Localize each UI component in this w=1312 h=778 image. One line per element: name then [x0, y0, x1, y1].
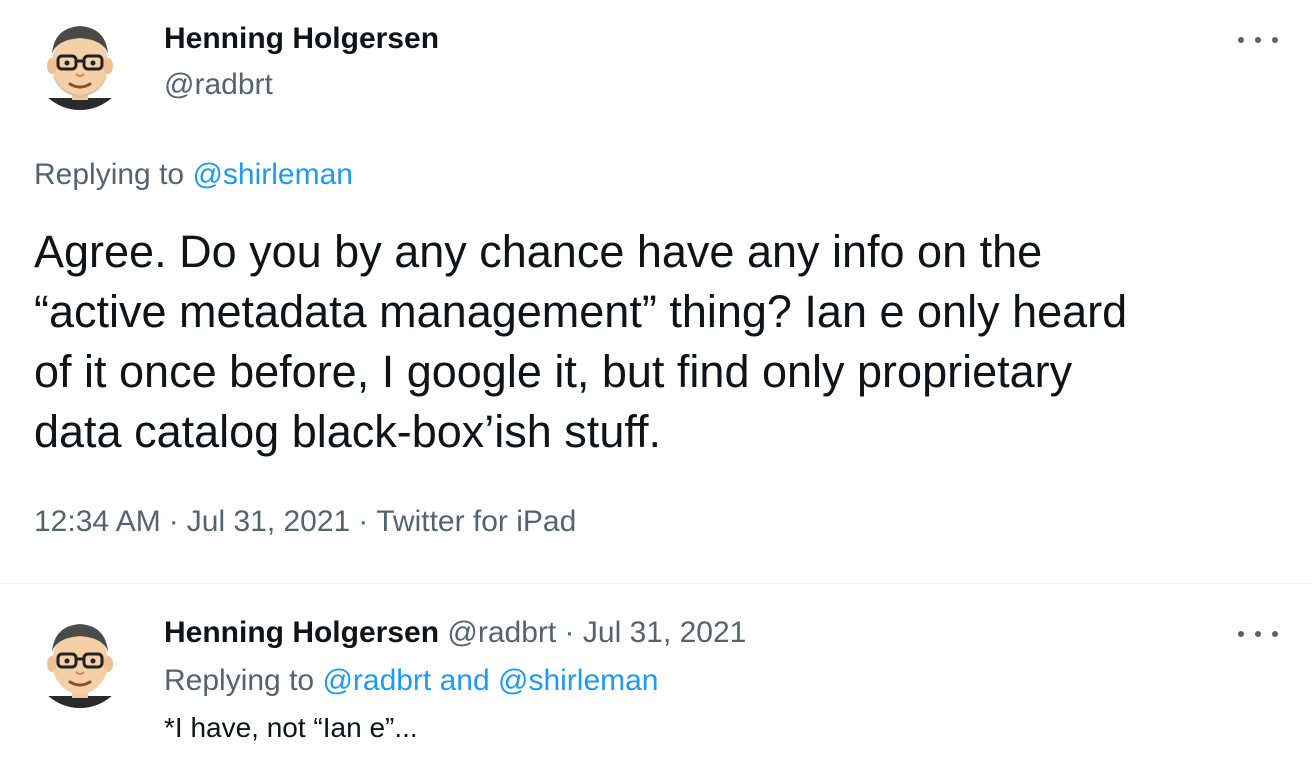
reply-more-options-icon[interactable]	[1238, 622, 1278, 646]
tweet-source[interactable]: Twitter for iPad	[376, 505, 576, 538]
tweet-text-line: of it once before, I google it, but find…	[34, 346, 1073, 397]
more-options-icon[interactable]	[1238, 28, 1278, 52]
avatar-icon	[32, 14, 128, 110]
avatar-icon	[32, 612, 128, 708]
reply-author-handle[interactable]: @radbrt	[447, 616, 556, 649]
reply-header: Henning Holgersen @radbrt · Jul 31, 2021	[164, 616, 746, 650]
meta-separator: ·	[168, 505, 179, 538]
replying-to-mention[interactable]: @shirleman	[192, 158, 353, 191]
replying-to: Replying to @shirleman	[34, 158, 353, 192]
avatar[interactable]	[32, 14, 128, 110]
reply-text: *I have, not “Ian e”...	[164, 712, 418, 743]
reply-replying-to: Replying to @radbrt and @shirleman	[164, 664, 659, 698]
tweet-text: Agree. Do you by any chance have any inf…	[34, 222, 1284, 462]
tweet-metadata: 12:34 AM · Jul 31, 2021 · Twitter for iPad	[34, 505, 576, 539]
reply-replying-to-mention[interactable]: @radbrt and @shirleman	[322, 664, 658, 697]
reply-separator: ·	[564, 616, 575, 649]
tweet-text-line: data catalog black-box’ish stuff.	[34, 406, 662, 457]
replying-to-label: Replying to	[34, 158, 185, 191]
divider	[0, 583, 1312, 584]
reply-replying-to-label: Replying to	[164, 664, 315, 697]
tweet-time[interactable]: 12:34 AM	[34, 505, 161, 538]
reply-avatar[interactable]	[32, 612, 128, 708]
tweet-date[interactable]: Jul 31, 2021	[187, 505, 350, 538]
reply-date[interactable]: Jul 31, 2021	[583, 616, 746, 649]
meta-separator: ·	[358, 505, 369, 538]
author-handle[interactable]: @radbrt	[164, 68, 273, 102]
author-display-name[interactable]: Henning Holgersen	[164, 22, 439, 56]
tweet-text-line: “active metadata management” thing? Ian …	[34, 286, 1128, 337]
main-tweet: Henning Holgersen @radbrt Replying to @s…	[0, 0, 1312, 584]
tweet-text-line: Agree. Do you by any chance have any inf…	[34, 226, 1043, 277]
reply-author-display-name[interactable]: Henning Holgersen	[164, 616, 439, 649]
